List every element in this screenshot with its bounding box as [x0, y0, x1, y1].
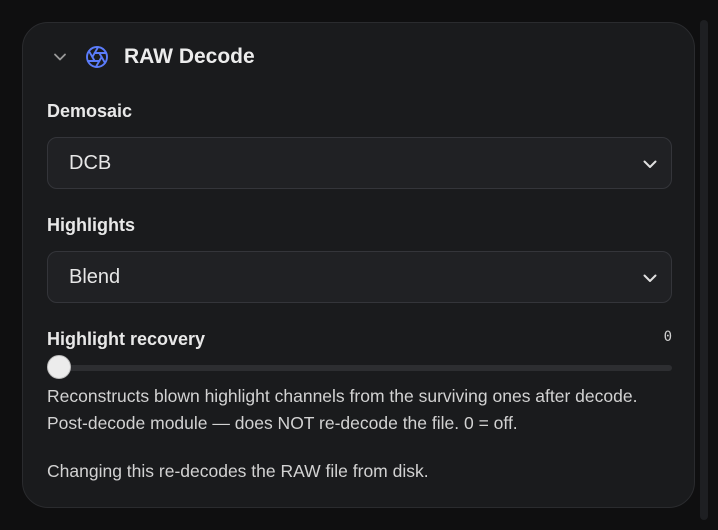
chevron-down-icon[interactable]	[49, 46, 71, 68]
help-text-line-2: Post-decode module — does NOT re-decode …	[47, 413, 518, 433]
demosaic-select-value: DCB	[69, 151, 112, 174]
highlights-select-value: Blend	[69, 265, 121, 288]
chevron-down-icon	[641, 155, 659, 173]
decode-note: Changing this re-decodes the RAW file fr…	[47, 461, 429, 481]
chevron-down-icon	[641, 269, 659, 287]
highlight-recovery-slider-thumb[interactable]	[47, 355, 71, 379]
highlight-recovery-label: Highlight recovery	[47, 329, 206, 349]
scrollbar[interactable]	[700, 20, 708, 520]
demosaic-select[interactable]: DCB	[47, 137, 672, 189]
highlights-label: Highlights	[47, 215, 135, 235]
raw-decode-panel: RAW Decode Demosaic DCB Highlights Blend…	[22, 22, 695, 508]
highlight-recovery-value: 0	[663, 329, 672, 345]
help-text: Reconstructs blown highlight channels fr…	[47, 383, 687, 437]
highlight-recovery-slider[interactable]	[47, 365, 672, 371]
aperture-icon	[85, 45, 109, 69]
panel-title: RAW Decode	[124, 45, 255, 68]
demosaic-label: Demosaic	[47, 101, 133, 121]
highlights-select[interactable]: Blend	[47, 251, 672, 303]
help-text-line-1: Reconstructs blown highlight channels fr…	[47, 386, 638, 406]
page: RAW Decode Demosaic DCB Highlights Blend…	[0, 0, 718, 530]
